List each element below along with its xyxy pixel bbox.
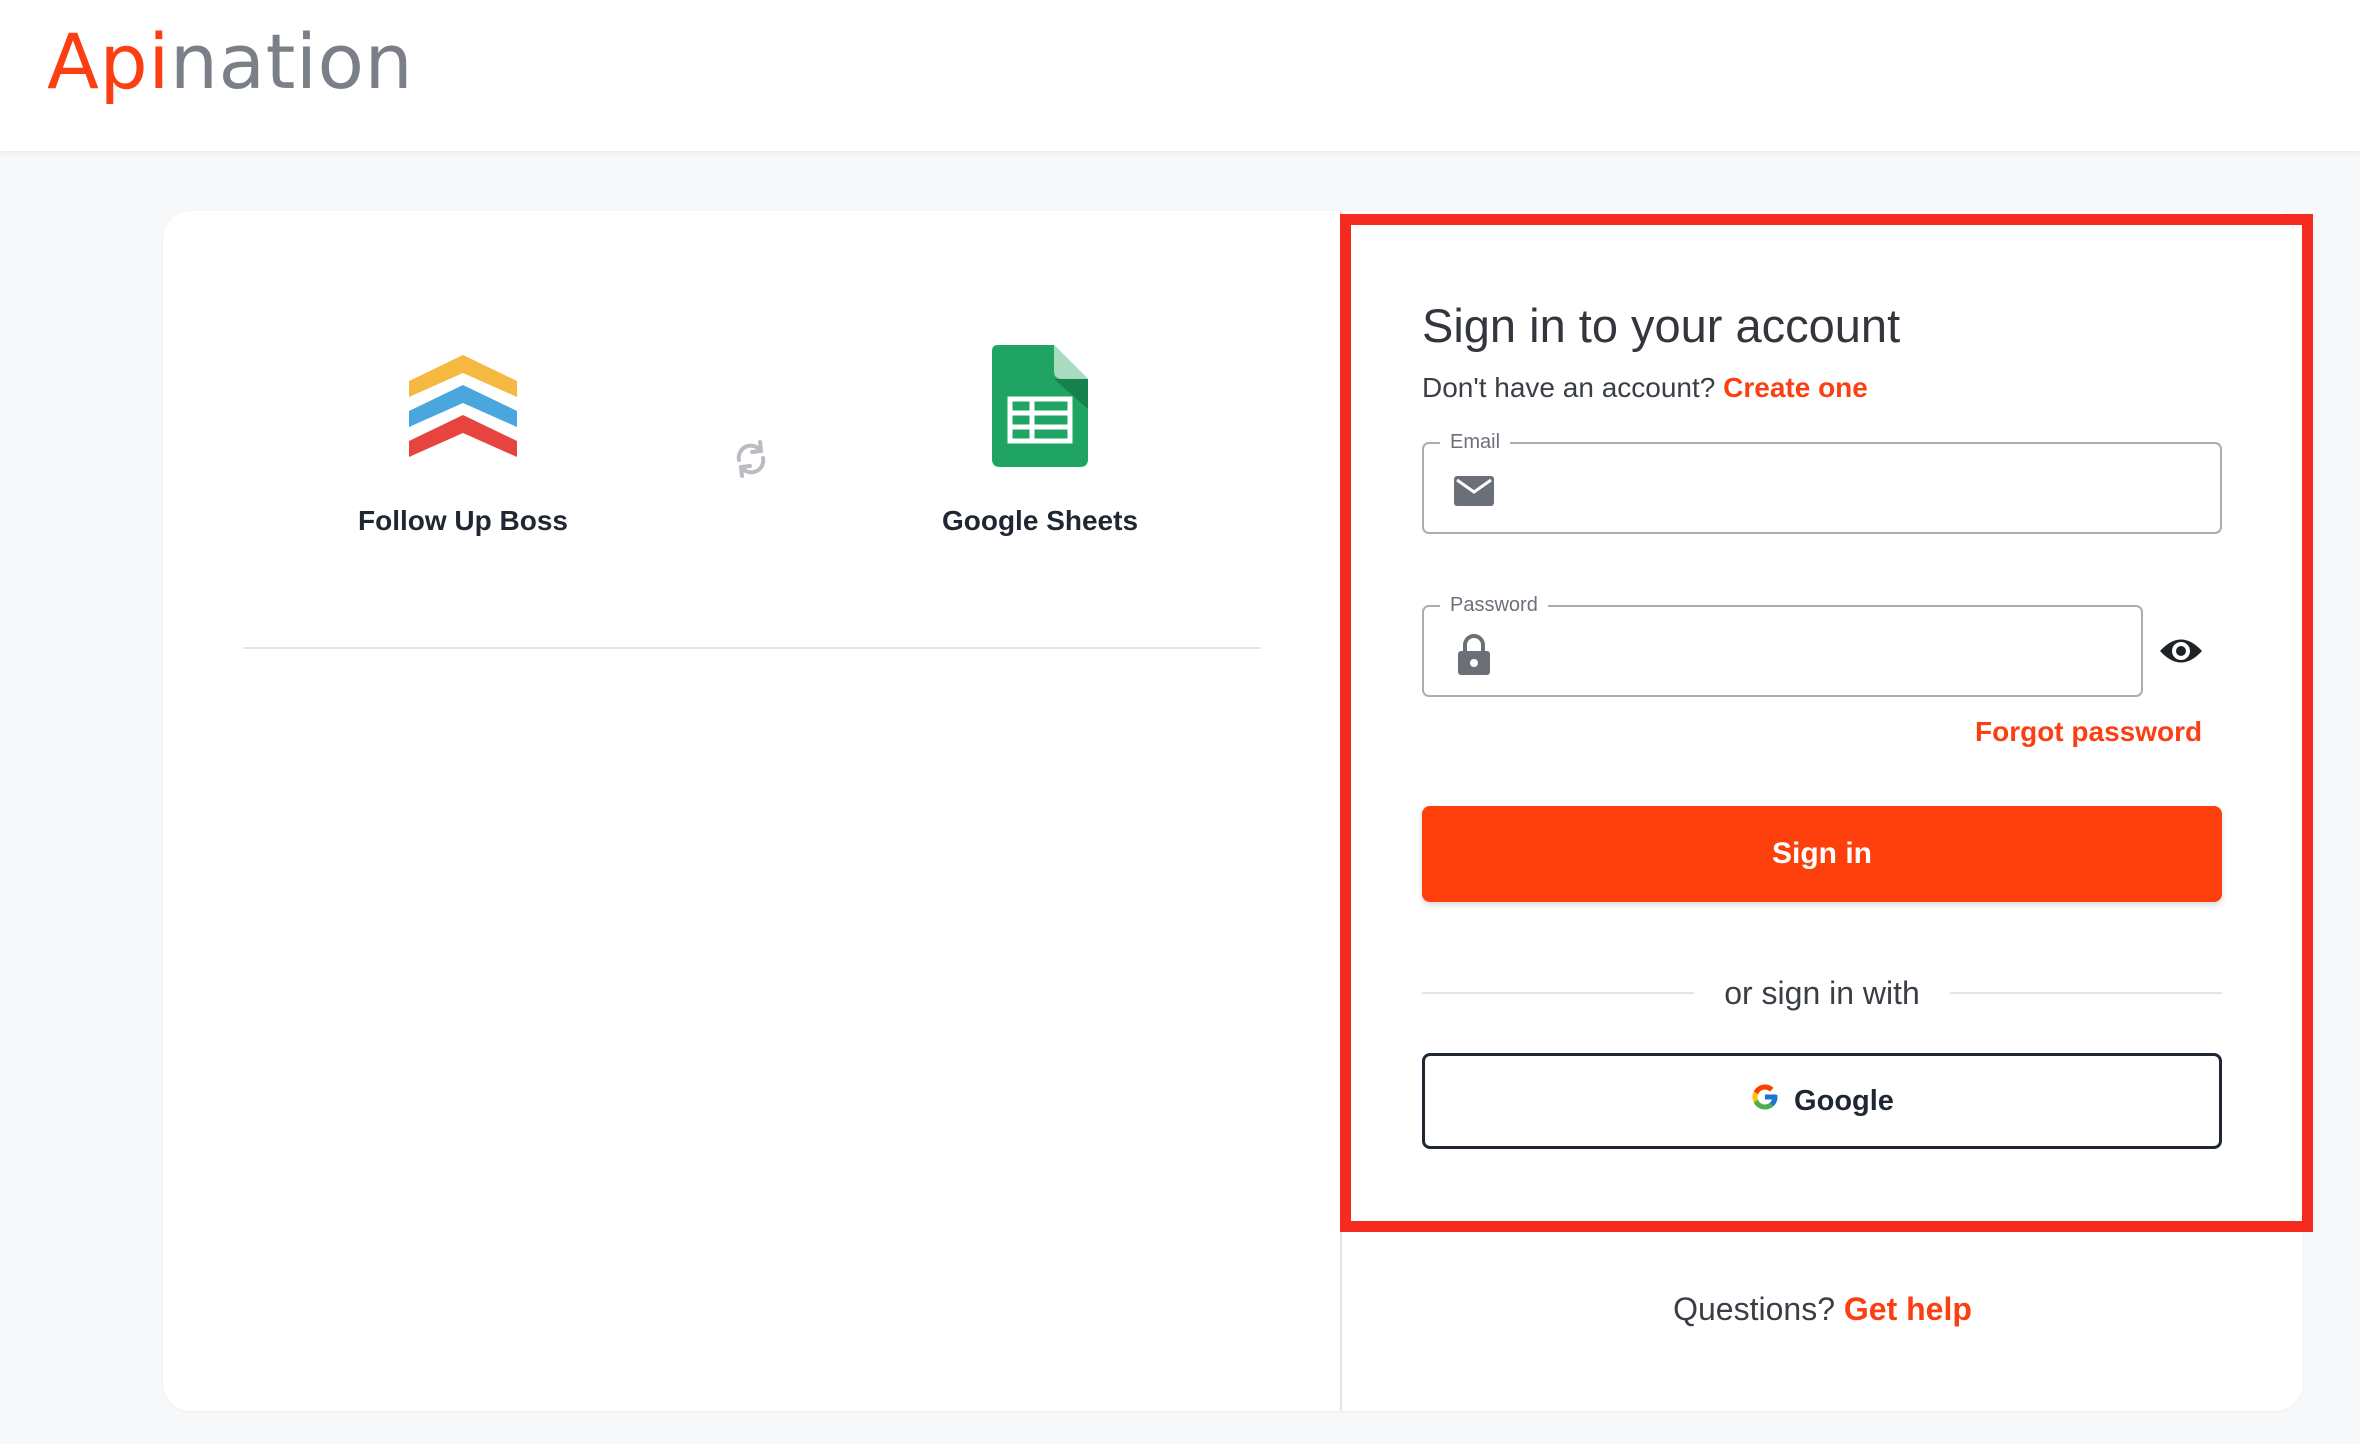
no-account-text: Don't have an account? — [1422, 372, 1716, 403]
follow-up-boss-logo-icon — [303, 345, 623, 475]
horizontal-divider — [243, 647, 1261, 649]
google-signin-button[interactable]: Google — [1422, 1053, 2222, 1149]
envelope-icon — [1454, 470, 1494, 510]
top-bar: Apination — [0, 0, 2360, 151]
logo-nation: nation — [169, 17, 414, 106]
email-input[interactable] — [1516, 458, 2202, 518]
signin-title: Sign in to your account — [1422, 299, 1901, 352]
password-input[interactable] — [1516, 621, 2123, 681]
email-label: Email — [1440, 431, 1511, 454]
signin-button[interactable]: Sign in — [1422, 806, 2222, 902]
or-rule-left — [1422, 992, 1695, 994]
target-app-name: Google Sheets — [941, 505, 1139, 536]
get-help-link[interactable]: Get help — [1844, 1291, 1972, 1327]
source-app: Follow Up Boss — [303, 345, 623, 537]
or-divider: or sign in with — [1422, 973, 2223, 1013]
target-app: Google Sheets — [880, 345, 1200, 537]
google-button-label: Google — [1794, 1084, 1894, 1117]
show-password-eye-icon[interactable] — [2158, 632, 2204, 670]
google-sheets-logo-icon — [880, 345, 1200, 475]
or-text: or sign in with — [1724, 974, 1920, 1011]
lock-icon — [1454, 633, 1494, 675]
email-field[interactable]: Email — [1422, 431, 2222, 534]
password-field[interactable]: Password — [1422, 594, 2143, 697]
source-app-name: Follow Up Boss — [358, 505, 568, 536]
help-prompt: Questions? Get help — [1341, 1291, 2304, 1328]
password-label: Password — [1440, 594, 1548, 617]
apination-logo[interactable]: Apination — [47, 24, 413, 100]
forgot-password-link[interactable]: Forgot password — [1975, 716, 2202, 748]
questions-text: Questions? — [1673, 1291, 1835, 1327]
google-g-icon — [1750, 1082, 1780, 1120]
signup-prompt: Don't have an account? Create one — [1422, 372, 1868, 404]
or-rule-right — [1949, 992, 2223, 994]
sync-icon — [730, 438, 772, 480]
logo-api: Api — [47, 17, 170, 106]
create-account-link[interactable]: Create one — [1723, 372, 1868, 403]
